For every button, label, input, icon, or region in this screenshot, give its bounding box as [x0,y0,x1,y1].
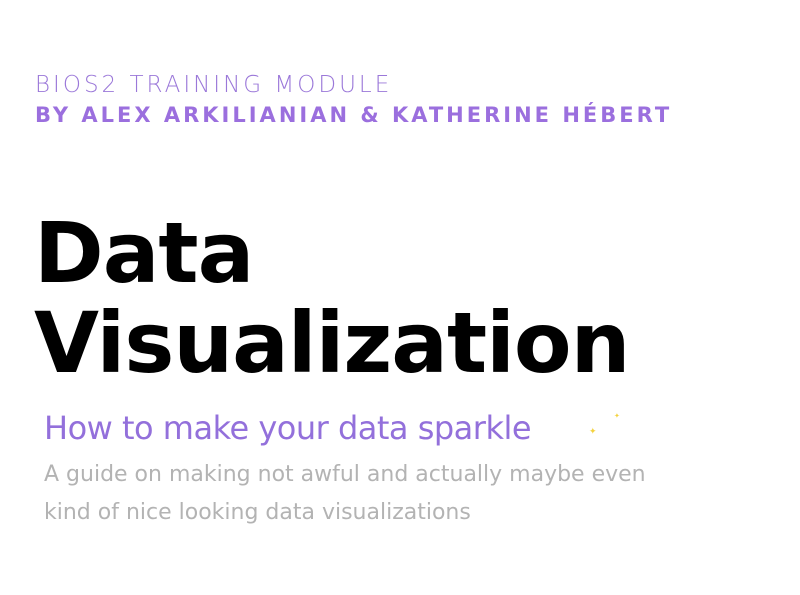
authors-line: BY ALEX ARKILIANIAN & KATHERINE HÉBERT [35,103,673,127]
sparkle-icon: ✦ [614,412,620,420]
title-line-2: Visualization [34,294,630,392]
page-title: Data Visualization [34,204,630,392]
title-line-1: Data [34,204,254,302]
description: A guide on making not awful and actually… [44,456,744,532]
description-line-1: A guide on making not awful and actually… [44,462,646,487]
description-line-2: kind of nice looking data visualizations [44,500,471,525]
subtitle: How to make your data sparkle [44,409,532,447]
module-label: BIOS2 TRAINING MODULE [35,72,393,98]
sparkle-icon: ✦ [589,427,597,437]
